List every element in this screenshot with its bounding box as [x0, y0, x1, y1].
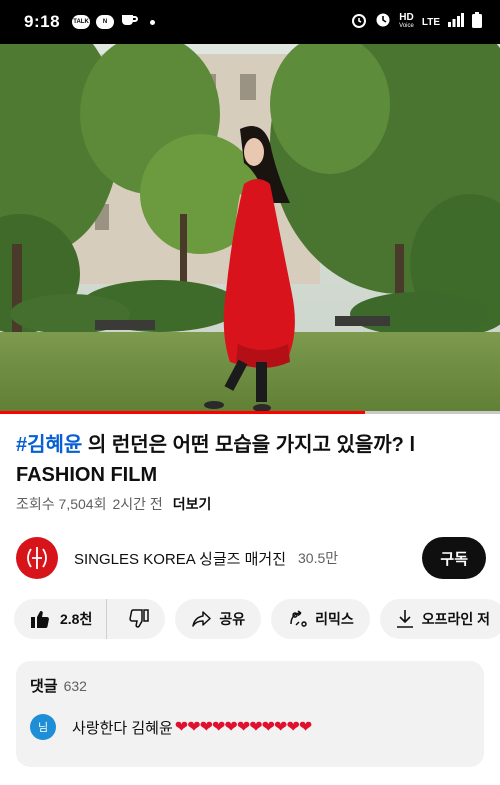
- action-chips: 2.8천 공유 리믹스 오프라인 저: [14, 599, 500, 641]
- comment-text: 사랑한다 김혜윤: [72, 719, 173, 737]
- news-icon: N: [96, 15, 115, 29]
- more-button[interactable]: 더보기: [173, 494, 212, 514]
- status-time: 9:18: [24, 12, 61, 31]
- channel-name[interactable]: SINGLES KOREA 싱글즈 매거진: [74, 548, 286, 569]
- like-button[interactable]: 2.8천: [14, 599, 108, 639]
- comments-label: 댓글: [30, 678, 58, 695]
- video-progress-bar[interactable]: [0, 411, 500, 414]
- view-count: 조회수 7,504회: [16, 496, 107, 512]
- thumbs-up-icon: [31, 611, 49, 629]
- channel-row[interactable]: SINGLES KOREA 싱글즈 매거진 30.5만 구독: [16, 536, 486, 580]
- channel-logo-icon: [27, 547, 47, 569]
- video-title[interactable]: #김혜윤 의 런던은 어떤 모습을 가지고 있을까? l FASHION FIL…: [16, 430, 486, 490]
- thumbs-down-icon: [129, 609, 150, 628]
- like-dislike-group: 2.8천: [14, 599, 166, 639]
- hd-sub-label: Voice: [399, 23, 414, 29]
- offline-download-button[interactable]: 오프라인 저: [379, 599, 500, 639]
- share-label: 공유: [219, 611, 246, 627]
- battery-icon: [472, 11, 482, 33]
- share-button[interactable]: 공유: [175, 599, 262, 639]
- remix-button[interactable]: 리믹스: [271, 599, 370, 639]
- channel-avatar[interactable]: [16, 537, 58, 579]
- system-icons: HD Voice LTE: [351, 11, 482, 33]
- video-meta[interactable]: 조회수 7,504회 2시간 전 더보기: [16, 494, 211, 514]
- offline-label: 오프라인 저: [421, 611, 491, 627]
- download-icon: [396, 610, 413, 628]
- commenter-avatar[interactable]: 님: [30, 714, 56, 740]
- video-progress-fill: [0, 411, 365, 414]
- video-frame: [0, 44, 500, 414]
- talk-icon: TALK: [72, 15, 91, 29]
- subscriber-count: 30.5만: [298, 550, 339, 566]
- dot-icon: [150, 19, 156, 25]
- like-count: 2.8천: [60, 611, 93, 627]
- comment-hearts: ❤❤❤❤❤❤❤❤❤❤❤: [174, 719, 312, 736]
- share-icon: [192, 611, 212, 627]
- comment-item[interactable]: 님 사랑한다 김혜윤 ❤❤❤❤❤❤❤❤❤❤❤: [30, 714, 470, 740]
- remix-icon: [290, 610, 307, 627]
- notification-icons: TALK N: [72, 13, 156, 32]
- comments-count: 632: [63, 678, 87, 694]
- upload-time: 2시간 전: [112, 496, 163, 512]
- dislike-button[interactable]: [115, 599, 165, 639]
- remix-label: 리믹스: [315, 611, 354, 627]
- title-hashtag-link[interactable]: #김혜윤: [16, 434, 82, 456]
- hd-voice-icon: HD Voice: [399, 13, 414, 31]
- status-bar: 9:18 TALK N HD Voice LTE: [0, 0, 500, 44]
- video-player[interactable]: [0, 44, 500, 414]
- clock-icon: [375, 12, 391, 33]
- lte-icon: LTE: [421, 16, 440, 28]
- alarm-icon: [351, 12, 367, 33]
- cup-icon: [120, 13, 138, 32]
- comments-section[interactable]: 댓글 632 님 사랑한다 김혜윤 ❤❤❤❤❤❤❤❤❤❤❤: [16, 661, 484, 767]
- comments-header: 댓글 632: [30, 675, 470, 696]
- subscribe-button[interactable]: 구독: [422, 537, 486, 579]
- signal-icon: [448, 12, 464, 32]
